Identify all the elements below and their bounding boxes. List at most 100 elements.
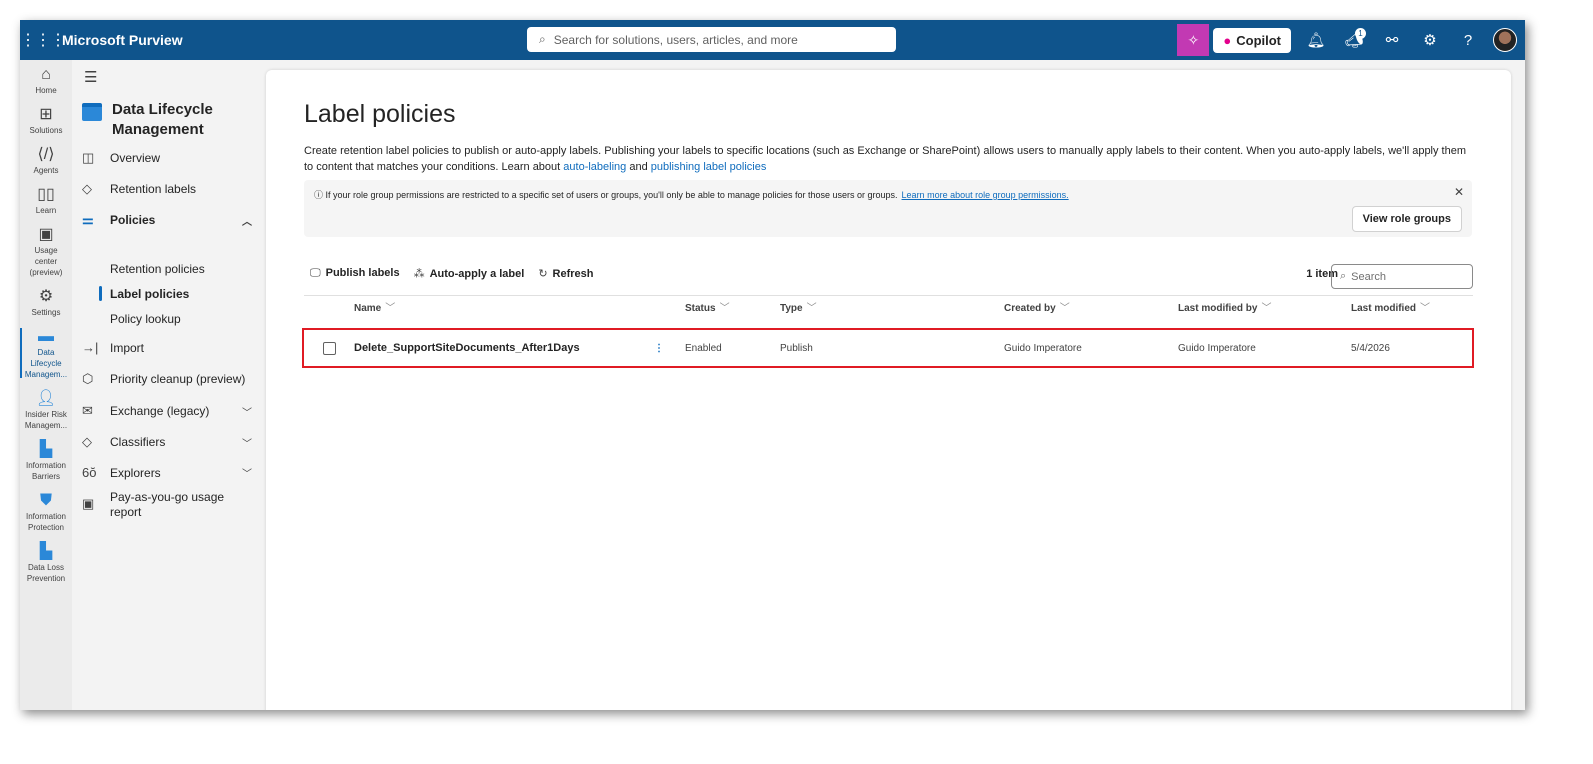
auto-labeling-link[interactable]: auto-labeling [563, 161, 626, 173]
column-type[interactable]: Type ﹀ [780, 299, 817, 314]
rail-solutions[interactable]: ⊞ Solutions [20, 100, 72, 140]
chevron-down-icon: ﹀ [242, 469, 252, 480]
role-group-permissions-link[interactable]: Learn more about role group permissions. [902, 190, 1069, 200]
document-lock-icon: ▙ [39, 543, 53, 560]
app-rail: ⌂ Home ⊞ Solutions ⟨/⟩ Agents ▯▯ Learn ▣ Usag… [20, 60, 72, 710]
gear-icon[interactable]: ⚙ [1411, 31, 1449, 49]
rail-data-lifecycle[interactable]: ▬ Data Lifecycle Managem... [20, 322, 72, 384]
nav-label-policies[interactable]: Label policies [98, 286, 189, 301]
auto-apply-button[interactable]: ⁂ Auto-apply a label [414, 267, 525, 280]
search-icon: ⌕ [539, 32, 546, 46]
column-created-by[interactable]: Created by ﹀ [1004, 299, 1070, 314]
home-icon: ⌂ [41, 66, 51, 83]
connections-icon[interactable]: ⚯ [1373, 31, 1411, 49]
copilot-button[interactable]: ● Copilot [1213, 27, 1291, 53]
policy-name[interactable]: Delete_SupportSiteDocuments_After1Days [354, 342, 580, 354]
rail-information-barriers[interactable]: ▙ Information Barriers [20, 435, 72, 486]
tag-icon: ◇ [82, 434, 92, 449]
app-title: Microsoft Purview [62, 32, 183, 48]
nav-overview[interactable]: ◫ Overview [82, 150, 252, 166]
document-icon: ▙ [39, 441, 53, 458]
nav-title: Data Lifecycle Management [112, 101, 213, 138]
bell-icon[interactable]: 🔔︎ [1297, 31, 1335, 49]
rail-insider-risk[interactable]: 👤︎ Insider Risk Managem... [20, 384, 72, 435]
chart-icon: ▣ [38, 226, 54, 243]
nav-retention-labels[interactable]: ◇ Retention labels [82, 181, 252, 197]
publish-icon: 🖵︎ [310, 267, 321, 279]
column-status[interactable]: Status ﹀ [685, 299, 730, 314]
nav-payg-report[interactable]: ▣ Pay-as-you-go usage report [82, 490, 252, 520]
chevron-down-icon: ﹀ [242, 407, 252, 419]
column-name[interactable]: Name ﹀ [354, 299, 395, 314]
agents-icon: ⟨/⟩ [37, 146, 55, 163]
policy-last-modified: 5/4/2026 [1351, 342, 1390, 354]
nav-policies[interactable]: ⚌ Policies ︿ [82, 212, 252, 228]
rail-home[interactable]: ⌂ Home [20, 60, 72, 100]
nav-priority-cleanup[interactable]: ⬡ Priority cleanup (preview) [82, 371, 252, 387]
nav-policy-lookup[interactable]: Policy lookup [110, 312, 181, 326]
auto-apply-icon: ⁂ [413, 268, 425, 280]
glasses-icon: 6ŏ [82, 465, 97, 480]
row-checkbox[interactable] [323, 341, 336, 355]
nav-explorers[interactable]: 6ŏ Explorers ﹀ [82, 465, 252, 480]
chevron-up-icon: ︿ [242, 216, 252, 228]
chevron-down-icon: ﹀ [242, 438, 252, 450]
person-warning-icon: 👤︎ [35, 390, 57, 407]
overview-icon: ◫ [82, 150, 95, 165]
more-options-icon[interactable]: ⋮ [654, 343, 664, 354]
cube-icon: ⬡ [82, 371, 94, 386]
main-content: Label policies Create retention label po… [266, 70, 1511, 710]
page-title: Label policies [304, 100, 456, 128]
close-icon[interactable]: ✕ [1454, 185, 1464, 199]
shield-icon: ⛊ [39, 492, 52, 509]
nav-import[interactable]: →| Import [82, 340, 252, 355]
nav-retention-policies[interactable]: Retention policies [110, 262, 205, 276]
rail-information-protection[interactable]: ⛊ Information Protection [20, 486, 72, 537]
app-launcher-icon[interactable]: ⋮⋮⋮ [20, 30, 66, 50]
refresh-icon: ↻ [538, 268, 548, 280]
search-icon: ⌕ [1340, 270, 1347, 282]
app-window: ⋮⋮⋮ Microsoft Purview ⌕ Search for soluti… [20, 20, 1525, 710]
hamburger-icon[interactable]: ☰ [84, 68, 97, 86]
policy-type: Publish [780, 342, 813, 354]
megaphone-icon[interactable]: 📣︎ 1 [1335, 28, 1373, 49]
rail-learn[interactable]: ▯▯ Learn [20, 180, 72, 220]
notification-badge: 1 [1355, 28, 1366, 39]
column-last-modified-by[interactable]: Last modified by ﹀ [1178, 299, 1271, 314]
view-role-groups-button[interactable]: View role groups [1351, 206, 1462, 232]
rail-usage-center[interactable]: ▣ Usage center (preview) [20, 220, 72, 282]
book-icon: ▯▯ [37, 186, 55, 203]
rail-agents[interactable]: ⟨/⟩ Agents [20, 140, 72, 180]
column-last-modified[interactable]: Last modified ﹀ [1351, 299, 1430, 314]
nav-exchange[interactable]: ✉ Exchange (legacy) ﹀ [82, 403, 252, 419]
copilot-icon: ● [1223, 32, 1232, 48]
table-row[interactable]: Delete_SupportSiteDocuments_After1Days ⋮… [304, 331, 1473, 365]
toolbar: 🖵︎ Publish labels ⁂ Auto-apply a label ↻ Re… [310, 267, 594, 280]
mail-icon: ✉ [82, 403, 93, 418]
rail-settings[interactable]: ⚙ Settings [20, 282, 72, 322]
sliders-icon: ⚌ [82, 212, 94, 227]
import-icon: →| [82, 340, 99, 355]
info-banner: ⓘ If your role group permissions are res… [304, 180, 1472, 237]
rail-dlp[interactable]: ▙ Data Loss Prevention [20, 537, 72, 588]
help-icon[interactable]: ? [1449, 32, 1487, 49]
top-bar: ⋮⋮⋮ Microsoft Purview ⌕ Search for soluti… [20, 20, 1525, 60]
policy-status: Enabled [685, 342, 722, 354]
publishing-label-policies-link[interactable]: publishing label policies [651, 161, 767, 173]
policy-modified-by: Guido Imperatore [1178, 342, 1256, 354]
solutions-icon: ⊞ [39, 106, 53, 123]
publish-labels-button[interactable]: 🖵︎ Publish labels [310, 267, 400, 280]
nav-classifiers[interactable]: ◇ Classifiers ﹀ [82, 434, 252, 450]
report-icon: ▣ [82, 496, 95, 511]
info-icon: ⓘ [314, 190, 324, 200]
refresh-button[interactable]: ↻ Refresh [538, 267, 593, 280]
global-search-input[interactable]: ⌕ Search for solutions, users, articles, … [527, 27, 896, 52]
security-copilot-icon[interactable]: ✧ [1177, 24, 1210, 56]
solution-nav: ☰ Data Lifecycle Management ◫ Overview ◇ R… [72, 60, 266, 710]
gear-icon: ⚙ [38, 288, 54, 305]
table-search-input[interactable]: ⌕ Search [1331, 264, 1473, 289]
tag-icon: ◇ [82, 181, 92, 196]
archive-icon: ▬ [38, 328, 54, 345]
avatar[interactable] [1493, 28, 1517, 52]
policy-created-by: Guido Imperatore [1004, 342, 1082, 354]
